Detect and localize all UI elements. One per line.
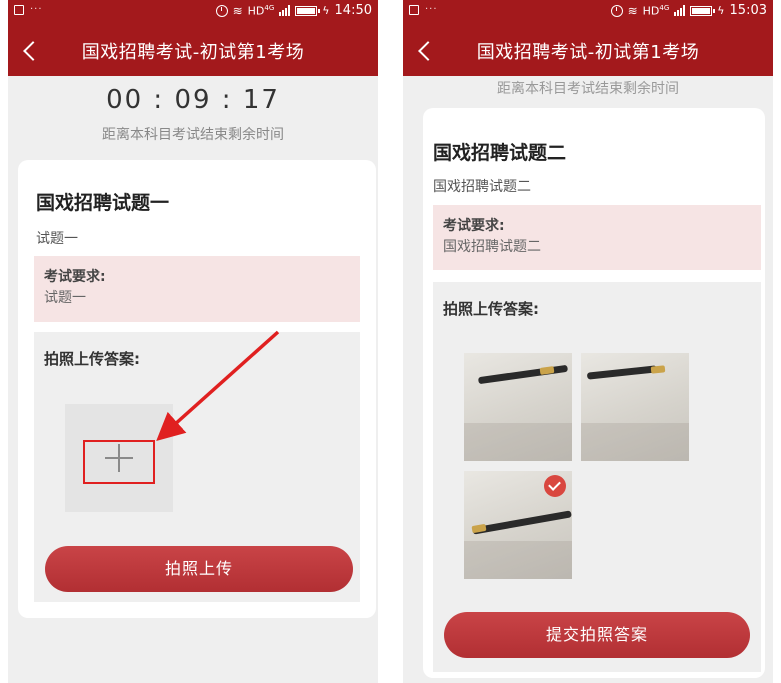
charging-icon: ϟ — [717, 4, 725, 17]
right-phone-screen: 距离本科目考试结束剩余时间 ··· ≋ HD4G ϟ 15:03 国戏招聘考试-… — [403, 0, 773, 683]
question-title: 国戏招聘试题二 — [433, 142, 567, 164]
requirement-label: 考试要求: — [443, 218, 505, 234]
status-time: 14:50 — [334, 3, 372, 18]
wifi-icon: ≋ — [232, 3, 243, 18]
charging-icon: ϟ — [322, 4, 330, 17]
requirement-box: 考试要求: 试题一 — [34, 256, 360, 322]
left-phone-screen: ··· ≋ HD4G ϟ 14:50 国戏招聘考试-初试第1考场 00 : 09… — [8, 0, 378, 683]
status-time: 15:03 — [729, 3, 767, 18]
submit-answer-button[interactable]: 提交拍照答案 — [444, 612, 750, 658]
page-title: 国戏招聘考试-初试第1考场 — [476, 42, 700, 63]
more-notifications-icon: ··· — [30, 4, 43, 15]
upload-section: 拍照上传答案: 提交拍照答案 — [433, 282, 761, 672]
countdown-label: 距离本科目考试结束剩余时间 — [102, 127, 284, 143]
question-title: 国戏招聘试题一 — [36, 192, 170, 214]
requirement-box: 考试要求: 国戏招聘试题二 — [433, 205, 761, 270]
sim-icon — [409, 4, 419, 15]
question-card: 国戏招聘试题二 国戏招聘试题二 考试要求: 国戏招聘试题二 拍照上传答案: 提交… — [423, 108, 765, 678]
answer-photo[interactable] — [464, 353, 572, 461]
question-description: 试题一 — [36, 231, 78, 247]
clock-icon — [610, 4, 623, 17]
photo-upload-button[interactable]: 拍照上传 — [45, 546, 353, 592]
upload-label: 拍照上传答案: — [443, 300, 539, 318]
signal-icon — [674, 5, 686, 16]
countdown-label: 距离本科目考试结束剩余时间 — [497, 81, 679, 97]
requirement-text: 国戏招聘试题二 — [443, 239, 541, 255]
check-icon[interactable] — [544, 475, 566, 497]
requirement-text: 试题一 — [44, 290, 86, 306]
clock-icon — [215, 4, 228, 17]
network-type: HD4G — [247, 3, 275, 18]
pen-image — [477, 364, 569, 385]
battery-icon — [690, 5, 716, 16]
annotation-highlight-box — [83, 440, 155, 484]
upload-label: 拍照上传答案: — [44, 350, 140, 368]
status-bar: ··· ≋ HD4G ϟ 14:50 — [8, 0, 378, 24]
page-title: 国戏招聘考试-初试第1考场 — [81, 42, 305, 63]
nav-bar: 国戏招聘考试-初试第1考场 — [8, 24, 378, 76]
upload-section: 拍照上传答案: 拍照上传 — [34, 332, 360, 602]
wifi-icon: ≋ — [627, 3, 638, 18]
nav-bar: 国戏招聘考试-初试第1考场 — [403, 24, 773, 76]
network-type: HD4G — [642, 3, 670, 18]
answer-photo[interactable] — [464, 471, 572, 579]
sim-icon — [14, 4, 24, 15]
pen-image — [586, 365, 658, 380]
question-description: 国戏招聘试题二 — [433, 179, 531, 195]
pen-image — [472, 510, 572, 535]
add-photo-tile[interactable] — [65, 404, 173, 512]
signal-icon — [279, 5, 291, 16]
requirement-label: 考试要求: — [44, 269, 106, 285]
more-notifications-icon: ··· — [425, 4, 438, 15]
countdown-timer: 00 : 09 : 17 — [106, 85, 280, 115]
status-bar: ··· ≋ HD4G ϟ 15:03 — [403, 0, 773, 24]
question-card: 国戏招聘试题一 试题一 考试要求: 试题一 拍照上传答案: 拍照上传 — [18, 160, 376, 618]
battery-icon — [295, 5, 321, 16]
answer-photo[interactable] — [581, 353, 689, 461]
